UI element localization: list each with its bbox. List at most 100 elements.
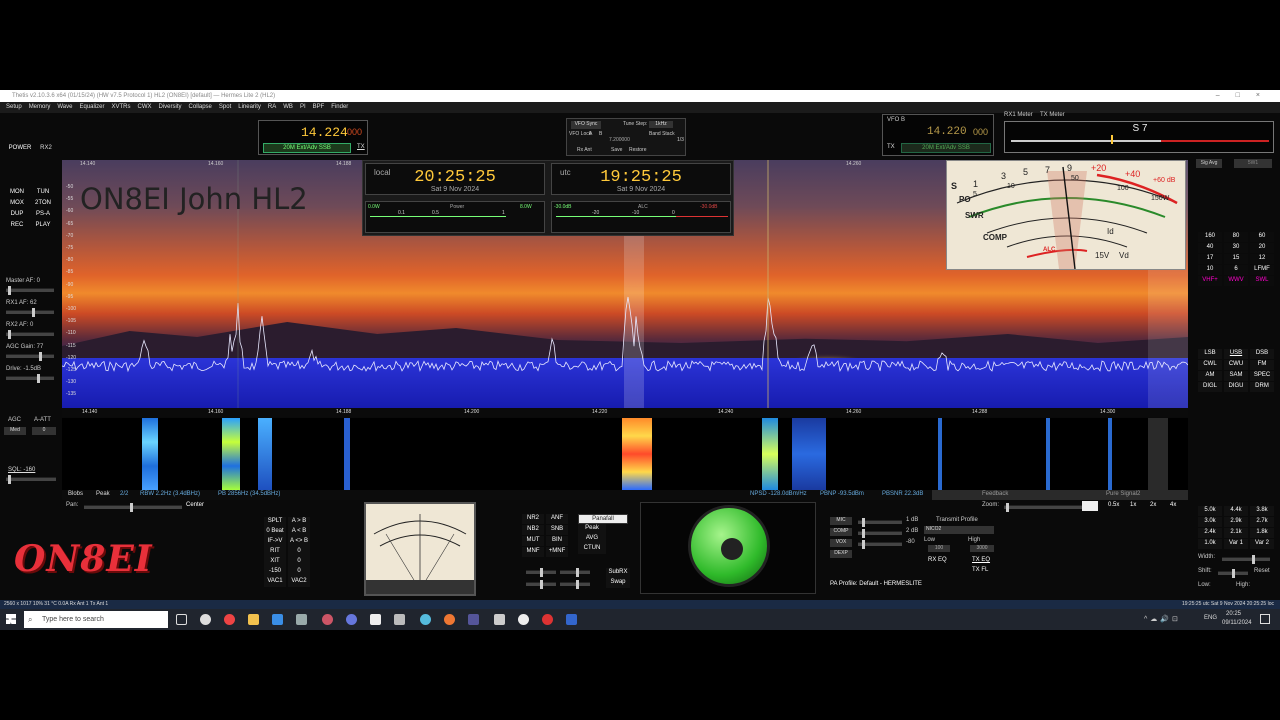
agc-select[interactable]: Med (4, 427, 26, 435)
filter-shift-slider[interactable] (1218, 569, 1248, 578)
band-17-button[interactable]: 17 (1198, 254, 1222, 264)
dsp-nb2-button[interactable]: NB2 (522, 525, 544, 535)
dsp-subrx-button[interactable]: SubRX (606, 568, 630, 578)
vox-button[interactable]: VOX (830, 539, 852, 547)
window-controls[interactable]: –□× (1216, 90, 1276, 102)
menu-xvtrs[interactable]: XVTRs (112, 102, 131, 113)
edge-icon[interactable] (272, 614, 283, 625)
zoom-slider[interactable] (1004, 503, 1084, 512)
split-button-2[interactable]: 0 Beat (264, 527, 286, 537)
split-button-6[interactable]: RIT (264, 547, 286, 557)
menu-finder[interactable]: Finder (331, 102, 348, 113)
menu-equalizer[interactable]: Equalizer (79, 102, 104, 113)
notification-icon[interactable] (1260, 614, 1270, 624)
band-60-button[interactable]: 60 (1250, 232, 1274, 242)
filter-5-button[interactable]: 2.7k (1250, 517, 1274, 527)
band-30-button[interactable]: 30 (1224, 243, 1248, 253)
tx-eq-button[interactable]: TX EQ (972, 557, 990, 563)
menu-bpf[interactable]: BPF (313, 102, 325, 113)
rx-eq-button[interactable]: RX EQ (928, 557, 947, 563)
split-button-4[interactable]: IF->V (264, 537, 286, 547)
mode-spec-button[interactable]: SPEC (1250, 371, 1274, 381)
dsp-anf-button[interactable]: ANF (546, 514, 568, 524)
app-icon-1[interactable] (296, 614, 307, 625)
dsp-ctun-button[interactable]: CTUN (578, 544, 606, 554)
menu-cwx[interactable]: CWX (138, 102, 152, 113)
filter-11-button[interactable]: Var 2 (1250, 539, 1274, 549)
menu-linearity[interactable]: Linearity (238, 102, 261, 113)
vox-slider[interactable] (858, 540, 902, 549)
pan-slider[interactable] (84, 503, 182, 512)
start-icon[interactable] (6, 614, 16, 624)
mode-usb-button[interactable]: USB (1224, 349, 1248, 359)
mode-sam-button[interactable]: SAM (1224, 371, 1248, 381)
tx-profile-select[interactable]: NICO2 (924, 526, 994, 534)
menu-ra[interactable]: RA (268, 102, 276, 113)
split-button-11[interactable]: 0 (288, 567, 310, 577)
band-lfmf-button[interactable]: LFMF (1250, 265, 1274, 275)
zoom-2x[interactable]: 2x (1150, 502, 1156, 508)
tray-icons[interactable]: ^☁🔊⊡ (1144, 615, 1181, 623)
vfo-a-band[interactable]: 20M Ext/Adv SSB (263, 143, 351, 153)
sig-avg-select[interactable]: Sig Avg (1196, 159, 1222, 168)
mode-digu-button[interactable]: DIGU (1224, 382, 1248, 392)
vol-slider-1[interactable] (526, 568, 556, 577)
split-button-1[interactable]: A > B (288, 517, 310, 527)
split-button-8[interactable]: XIT (264, 557, 286, 567)
mode-fm-button[interactable]: FM (1250, 360, 1274, 370)
app-icon-5[interactable] (394, 614, 405, 625)
band-20-button[interactable]: 20 (1250, 243, 1274, 253)
band-160-button[interactable]: 160 (1198, 232, 1222, 242)
mic-button[interactable]: MIC (830, 517, 852, 525)
vfo-b-band[interactable]: 20M Ext/Adv SSB (901, 143, 991, 153)
tx-fl-button[interactable]: TX FL (972, 567, 988, 573)
vfo-lock-a[interactable]: A (589, 131, 592, 137)
menu-memory[interactable]: Memory (29, 102, 51, 113)
file-explorer-icon[interactable] (248, 614, 259, 625)
band-40-button[interactable]: 40 (1198, 243, 1222, 253)
restore-button[interactable]: Restore (629, 147, 647, 153)
zoom-1x[interactable]: 1x (1130, 502, 1136, 508)
vol-slider-2[interactable] (526, 580, 556, 589)
mic-gain-slider[interactable] (858, 518, 902, 527)
vfo-b-display[interactable]: VFO B 14.220 000 TX 20M Ext/Adv SSB (882, 114, 994, 156)
squelch-label[interactable]: SQL: -160 (8, 467, 35, 473)
squelch-slider[interactable] (6, 475, 56, 484)
dsp-nr2-button[interactable]: NR2 (522, 514, 544, 524)
split-button-9[interactable]: 0 (288, 557, 310, 567)
filter-4-button[interactable]: 2.9k (1224, 517, 1248, 527)
app-icon-9[interactable] (518, 614, 529, 625)
split-button-13[interactable]: VAC2 (288, 577, 310, 587)
mode-lsb-button[interactable]: LSB (1198, 349, 1222, 359)
dsp-peak-button[interactable]: Peak (578, 524, 606, 534)
split-button-12[interactable]: VAC1 (264, 577, 286, 587)
split-button-10[interactable]: -150 (264, 567, 286, 577)
meter-unit-select[interactable]: 5W1 (1234, 159, 1272, 168)
center-button[interactable]: Center (186, 502, 204, 508)
vfo-a-tx[interactable]: TX (357, 144, 365, 150)
mode-cwu-button[interactable]: CWU (1224, 360, 1248, 370)
vfo-sync-button[interactable]: VFO Sync (571, 121, 601, 129)
pan-slider-3[interactable] (560, 580, 590, 589)
band-15-button[interactable]: 15 (1224, 254, 1248, 264)
menu-wave[interactable]: Wave (57, 102, 72, 113)
filter-8-button[interactable]: 1.8k (1250, 528, 1274, 538)
power-button[interactable]: POWER (6, 144, 34, 154)
menu-diversity[interactable]: Diversity (159, 102, 182, 113)
comp-button[interactable]: COMP (830, 528, 852, 536)
dsp-swap-button[interactable]: Swap (606, 578, 630, 588)
filter-0-button[interactable]: 5.0k (1198, 506, 1222, 516)
rx2-button[interactable]: RX2 (38, 144, 54, 154)
att-select[interactable]: 0 (32, 427, 56, 435)
split-button-3[interactable]: A < B (288, 527, 310, 537)
menu-collapse[interactable]: Collapse (189, 102, 212, 113)
blobs-button[interactable]: Blobs (68, 491, 83, 497)
app-icon-8[interactable] (494, 614, 505, 625)
dsp-mut-button[interactable]: MUT (522, 536, 544, 546)
app-icon-10[interactable] (542, 614, 553, 625)
vfo-b-tx[interactable]: TX (887, 144, 895, 150)
filter-3-button[interactable]: 3.0k (1198, 517, 1222, 527)
zoom-box[interactable] (1082, 501, 1098, 511)
app-icon-4[interactable] (370, 614, 381, 625)
split-button-0[interactable]: SPLT (264, 517, 286, 527)
